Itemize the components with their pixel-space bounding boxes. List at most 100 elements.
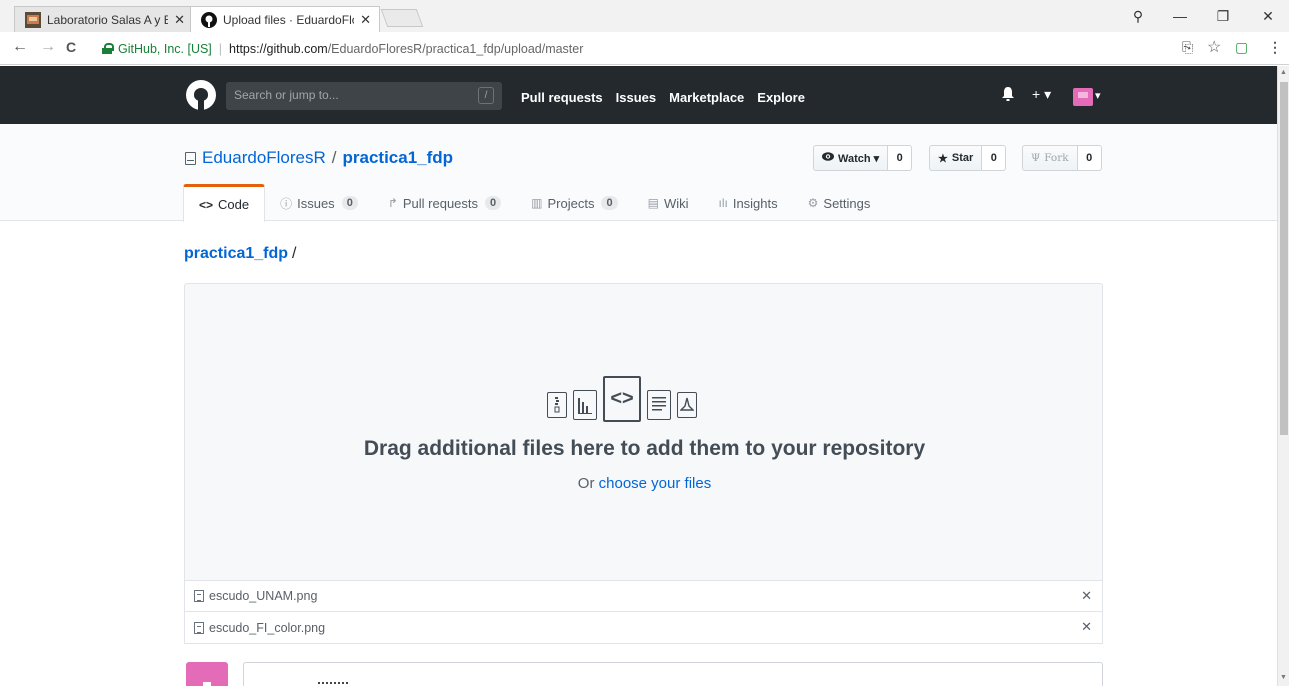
repo-header: EduardoFloresR / practica1_fdp Watch ▾ 0… <box>0 124 1277 222</box>
tab-settings[interactable]: ⚙ Settings <box>793 184 886 222</box>
search-shortcut-key: / <box>478 87 494 104</box>
file-chart-icon <box>573 390 597 420</box>
code-icon: <> <box>199 197 214 212</box>
notifications-bell-icon[interactable] <box>1002 87 1014 104</box>
page-scrollbar[interactable]: ▲ ▼ <box>1277 66 1289 686</box>
file-name: escudo_UNAM.png <box>209 589 318 603</box>
file-text-icon <box>647 390 671 420</box>
file-name: escudo_FI_color.png <box>209 620 326 635</box>
list-item: escudo_UNAM.png ✕ <box>185 581 1102 612</box>
nav-pull-requests[interactable]: Pull requests <box>521 90 603 105</box>
star-button[interactable]: ★ Star <box>929 145 983 171</box>
url-host: https://github.com <box>229 41 328 56</box>
tab-code[interactable]: <> Code <box>183 184 266 222</box>
github-header: Search or jump to... / Pull requests Iss… <box>0 66 1277 124</box>
issue-icon: ⓘ <box>280 196 293 211</box>
back-icon[interactable]: ← <box>12 38 28 56</box>
issues-counter: 0 <box>341 196 358 210</box>
tab-title: Laboratorio Salas A y B <box>47 12 169 27</box>
repo-name-link[interactable]: practica1_fdp <box>343 148 454 168</box>
nav-marketplace[interactable]: Marketplace <box>669 90 744 105</box>
star-button-group: ★ Star 0 <box>929 145 1007 171</box>
commit-heading-fragment <box>318 682 348 685</box>
window-close-button[interactable]: ✕ <box>1248 0 1288 32</box>
breadcrumb-repo-link[interactable]: practica1_fdp <box>184 245 288 262</box>
scroll-up-icon[interactable]: ▲ <box>1280 69 1287 76</box>
github-global-nav: Pull requests Issues Marketplace Explore <box>521 90 805 105</box>
address-bar[interactable]: GitHub, Inc. [US] | https://github.com/E… <box>102 37 1164 60</box>
tab-title: Upload files · EduardoFlo <box>223 12 355 27</box>
browser-tab-laboratorio[interactable]: Laboratorio Salas A y B ✕ <box>14 6 194 32</box>
tab-close-icon[interactable]: ✕ <box>174 12 185 28</box>
browser-toolbar: ← → C GitHub, Inc. [US] | https://github… <box>0 32 1289 65</box>
restore-button[interactable]: ❐ <box>1203 0 1243 32</box>
graph-icon: ılı <box>718 196 728 210</box>
repo-title: EduardoFloresR / practica1_fdp <box>185 148 453 168</box>
star-count[interactable]: 0 <box>982 145 1007 171</box>
scrollbar-thumb[interactable] <box>1280 82 1288 435</box>
file-icon <box>194 621 204 634</box>
dropzone-title: Drag additional files here to add them t… <box>363 437 926 460</box>
upload-file-list: escudo_UNAM.png ✕ escudo_FI_color.png ✕ <box>184 580 1103 644</box>
file-dropzone[interactable]: <> Drag additional files here to add the… <box>184 283 1103 581</box>
create-new-dropdown[interactable]: + ▾ <box>1032 86 1051 103</box>
security-label: GitHub, Inc. [US] <box>118 41 212 56</box>
tab-insights[interactable]: ılı Insights <box>703 184 792 222</box>
pull-request-icon: ↱ <box>387 196 398 210</box>
file-code-icon: <> <box>603 376 641 422</box>
tab-wiki[interactable]: ▤ Wiki <box>633 184 704 222</box>
commit-avatar <box>186 662 228 686</box>
gear-icon: ⚙ <box>807 196 819 210</box>
choose-files-link[interactable]: choose your files <box>599 475 712 492</box>
avatar-caret-icon[interactable]: ▾ <box>1095 89 1101 102</box>
browser-tab-upload-files[interactable]: Upload files · EduardoFlo ✕ <box>190 6 380 32</box>
pull-requests-counter: 0 <box>485 196 502 210</box>
tab-close-icon[interactable]: ✕ <box>360 12 371 28</box>
book-icon: ▤ <box>647 196 659 210</box>
file-pdf-icon <box>677 392 697 418</box>
forward-icon[interactable]: → <box>40 38 56 56</box>
extension-icon[interactable]: ▢ <box>1235 39 1248 56</box>
star-icon: ★ <box>938 152 948 165</box>
new-tab-button[interactable] <box>380 9 424 27</box>
fork-button[interactable]: Ψ Fork <box>1022 145 1078 171</box>
minimize-button[interactable]: — <box>1160 0 1200 32</box>
tab-pull-requests[interactable]: ↱ Pull requests 0 <box>373 184 516 222</box>
bookmark-star-icon[interactable]: ☆ <box>1207 37 1221 57</box>
browser-menu-icon[interactable]: ⋮ <box>1268 39 1282 56</box>
search-placeholder: Search or jump to... <box>234 88 339 102</box>
eye-icon <box>822 152 834 164</box>
avatar[interactable] <box>1073 88 1093 106</box>
breadcrumb: practica1_fdp / <box>184 245 297 262</box>
scroll-down-icon[interactable]: ▼ <box>1280 674 1287 681</box>
translate-icon[interactable]: ⎘ <box>1182 39 1193 56</box>
repo-owner-link[interactable]: EduardoFloresR <box>202 148 326 168</box>
url-path: /EduardoFloresR/practica1_fdp/upload/mas… <box>327 41 584 56</box>
github-logo-icon[interactable] <box>186 80 216 110</box>
file-zip-icon <box>547 392 567 418</box>
profile-icon[interactable]: ⚲ <box>1118 0 1158 32</box>
commit-form <box>243 662 1103 686</box>
search-input[interactable]: Search or jump to... / <box>226 82 502 110</box>
projects-counter: 0 <box>601 196 618 210</box>
watch-button[interactable]: Watch ▾ <box>813 145 889 171</box>
file-icon <box>194 590 204 602</box>
github-favicon-icon <box>201 11 217 28</box>
watch-count[interactable]: 0 <box>888 145 913 171</box>
lock-icon <box>102 43 114 54</box>
tab-issues[interactable]: ⓘ Issues 0 <box>265 184 373 222</box>
site-favicon-icon <box>25 11 41 28</box>
project-icon: ▥ <box>531 196 543 210</box>
fork-icon: Ψ <box>1031 152 1041 164</box>
reload-icon[interactable]: C <box>66 39 76 55</box>
repo-book-icon <box>185 151 196 165</box>
remove-file-icon[interactable]: ✕ <box>1081 619 1092 635</box>
tab-projects[interactable]: ▥ Projects 0 <box>516 184 632 222</box>
file-types-illustration: <> <box>547 376 697 422</box>
watch-button-group: Watch ▾ 0 <box>813 145 913 171</box>
repo-tabs: <> Code ⓘ Issues 0 ↱ Pull requests 0 ▥ P… <box>183 184 885 222</box>
remove-file-icon[interactable]: ✕ <box>1081 588 1092 604</box>
nav-explore[interactable]: Explore <box>757 90 805 105</box>
fork-count[interactable]: 0 <box>1077 145 1102 171</box>
nav-issues[interactable]: Issues <box>616 90 656 105</box>
